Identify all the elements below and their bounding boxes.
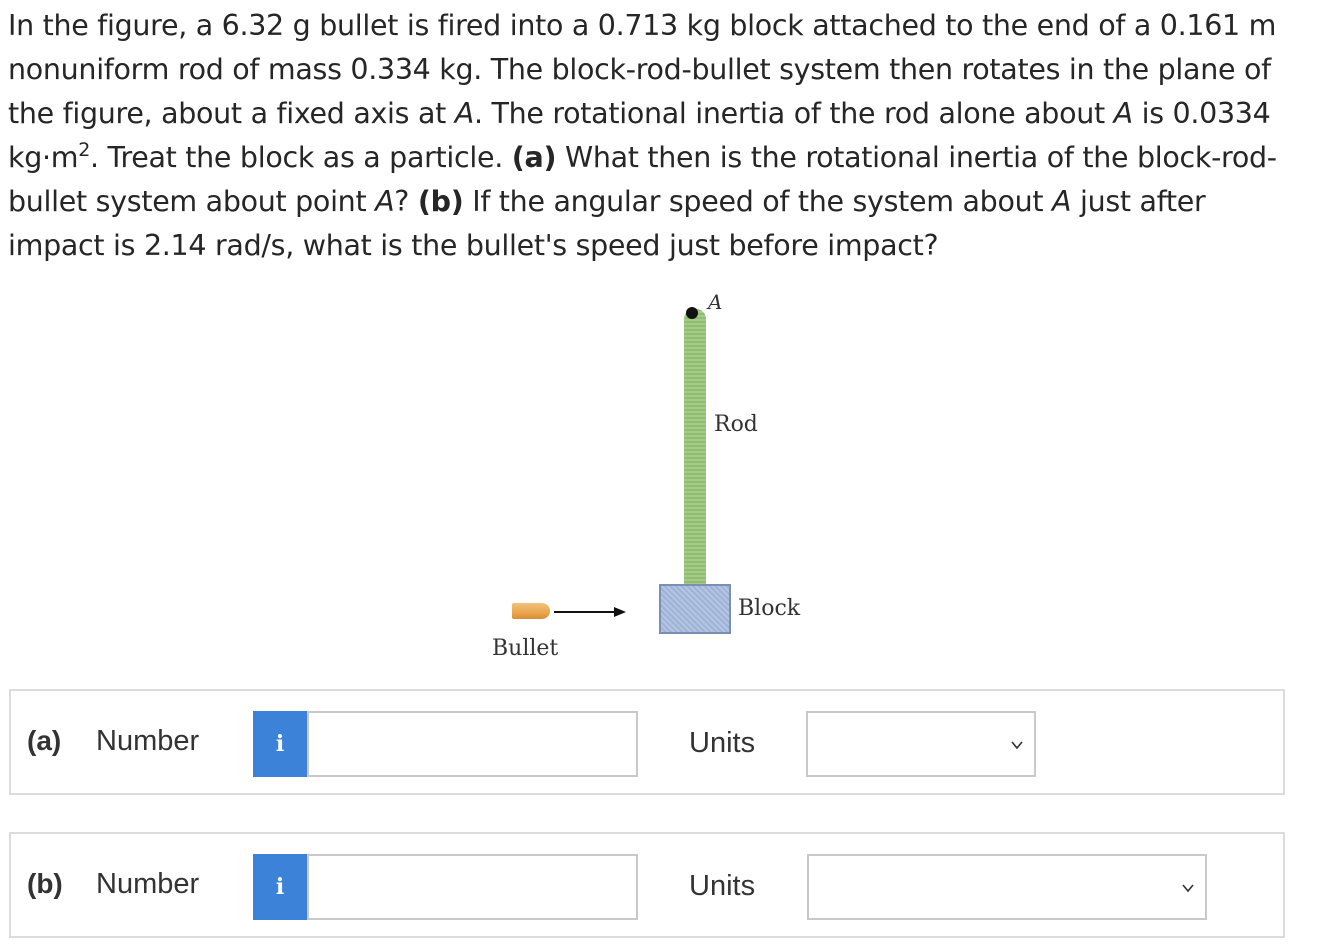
- units-select-b[interactable]: [807, 854, 1207, 920]
- units-label: Units: [689, 870, 756, 902]
- problem-text: In the figure, a 6.32 g bullet is fired …: [8, 9, 1277, 262]
- part-a-tag: (a): [511, 141, 557, 174]
- pivot-label: A: [708, 290, 723, 314]
- chevron-down-icon: [1011, 741, 1023, 750]
- answer-row-b: (b) Number i Units: [9, 832, 1285, 938]
- block: [659, 584, 731, 634]
- chevron-down-icon: [1182, 884, 1194, 893]
- number-label: Number: [96, 868, 200, 900]
- info-button[interactable]: i: [253, 711, 307, 777]
- bullet: [512, 603, 550, 619]
- units-label: Units: [689, 727, 756, 759]
- info-icon: i: [275, 731, 285, 757]
- part-b-tag: (b): [417, 185, 464, 218]
- info-button[interactable]: i: [253, 854, 307, 920]
- velocity-arrow-icon: [554, 607, 626, 617]
- block-label: Block: [738, 596, 801, 621]
- answer-row-a: (a) Number i Units: [9, 689, 1285, 795]
- part-b-label: (b): [27, 868, 63, 899]
- units-select-a[interactable]: [806, 711, 1036, 777]
- number-input-b[interactable]: [307, 854, 638, 920]
- part-a-label: (a): [27, 725, 62, 756]
- bullet-label: Bullet: [492, 636, 559, 661]
- number-label: Number: [96, 725, 200, 757]
- rod-label: Rod: [714, 412, 758, 437]
- physics-figure: A Rod Block Bullet: [480, 290, 840, 670]
- rod: [684, 309, 706, 585]
- number-input-a[interactable]: [307, 711, 638, 777]
- info-icon: i: [275, 874, 285, 900]
- pivot-point: [686, 307, 698, 319]
